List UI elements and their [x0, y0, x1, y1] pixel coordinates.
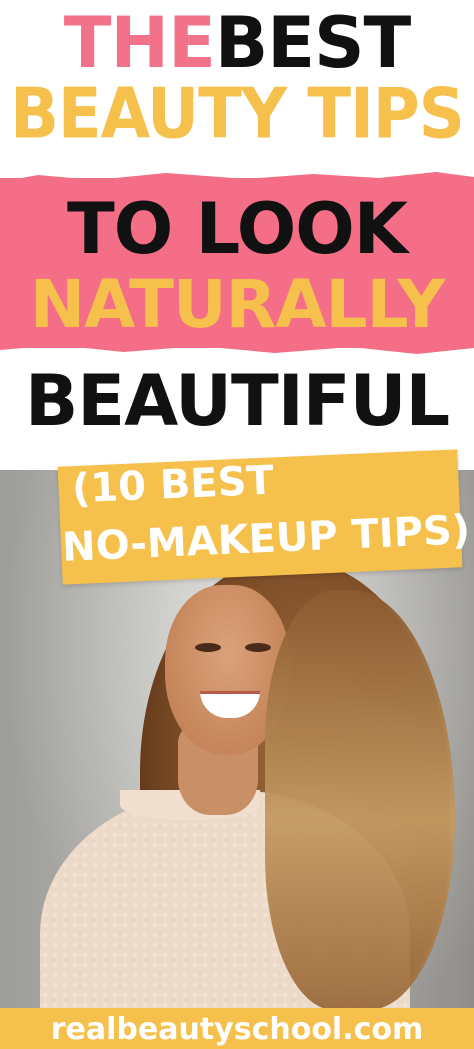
title-block: THEBEST BEAUTY TIPS TO LOOK NATURALLY BE… — [0, 0, 474, 470]
headline-to-look: TO LOOK — [67, 188, 408, 270]
smile — [200, 691, 260, 718]
left-eye — [195, 643, 221, 652]
headline-beautiful: BEAUTIFUL — [24, 360, 450, 442]
headline-best: BEST — [214, 2, 411, 84]
headline-beauty-tips: BEAUTY TIPS — [10, 75, 465, 155]
subtitle-line-1: (10 BEST — [71, 457, 275, 513]
website-url[interactable]: realbeautyschool.com — [0, 1012, 474, 1047]
right-eye — [245, 643, 271, 652]
headline-naturally: NATURALLY — [29, 266, 445, 343]
headline-the: THE — [63, 2, 216, 84]
headline-line-1: THEBEST — [0, 2, 474, 84]
